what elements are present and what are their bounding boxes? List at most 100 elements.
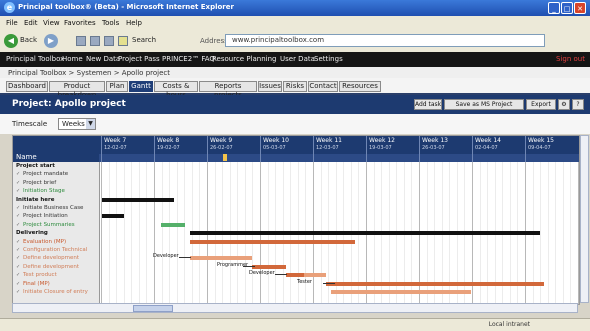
tab-product-breakdown[interactable]: Product breakdown [49,81,105,99]
grid-line [161,162,163,304]
gantt-bar[interactable] [190,256,232,261]
week-date: 19-03-07 [369,145,392,151]
task-row[interactable]: ✓ Initiate Business Case [13,204,109,212]
task-row[interactable]: ✓ Evaluation (MP) [13,238,109,246]
week-label: Week 10 [263,137,289,144]
dependency-arrow [275,274,287,276]
gantt-bar[interactable] [102,214,124,219]
task-name: Define development [23,263,79,270]
calendar-header: Week 7 12-02-07 Week 8 19-02-07 Week 9 26-02-… [99,136,579,162]
add-task-button[interactable]: Add task [414,99,442,110]
phase-row[interactable]: Project start [13,162,102,170]
task-row[interactable]: ✓ Test product [13,271,109,279]
back-label[interactable]: Back [20,36,37,44]
tab-issues[interactable]: Issues [258,81,282,92]
gantt-grid: Developer Programmer Developer Tester [99,162,579,304]
week-label: Week 12 [369,137,395,144]
nav-new-data[interactable]: New Data [86,55,120,63]
checkmark-icon: ✓ [16,255,21,262]
menu-file[interactable]: File [6,19,18,27]
settings-icon[interactable]: ⚙ [558,99,570,110]
search-icon[interactable] [118,36,128,46]
tab-gantt[interactable]: Gantt [129,81,153,92]
week-label: Week 14 [475,137,501,144]
window-titlebar: e Principal toolbox® (Beta) - Microsoft … [0,0,590,16]
tab-reports-projects[interactable]: Reports projects [199,81,257,99]
week-date: 09-04-07 [528,145,551,151]
task-row[interactable]: ✓ Define development [13,263,109,271]
help-icon[interactable]: ? [572,99,584,110]
breadcrumb: Principal Toolbox > Systemen > Apollo pr… [0,67,590,78]
task-row[interactable]: ✓ Initiation Stage [13,187,109,195]
close-button[interactable]: ✕ [574,2,586,14]
phase-row[interactable]: Delivering [13,229,102,237]
task-name: Project brief [23,179,57,186]
back-icon[interactable]: ◀ [4,34,18,48]
sign-out-link[interactable]: Sign out [556,55,585,63]
menu-help[interactable]: Help [126,19,142,27]
horizontal-scrollbar[interactable] [12,303,578,313]
menu-view[interactable]: View [43,19,60,27]
task-name: Delivering [16,230,48,237]
gantt-bar[interactable] [304,273,326,278]
tab-resources[interactable]: Resources [339,81,381,92]
save-ms-project-button[interactable]: Save as MS Project [444,99,524,110]
tab-dashboard[interactable]: Dashboard [6,81,48,92]
tab-plan[interactable]: Plan [106,81,128,92]
task-row[interactable]: ✓ Project Initiation [13,212,109,220]
task-row[interactable]: ✓ Final (MP) [13,280,109,288]
task-name: Configuration Technical [23,247,88,253]
export-button[interactable]: Export [526,99,556,110]
scroll-thumb[interactable] [133,305,173,312]
task-name: Initiate Closure of entry [23,289,88,295]
gantt-bar[interactable] [232,256,252,261]
day-row [99,154,579,162]
gantt-bar[interactable] [190,239,355,244]
gantt-bar[interactable] [190,231,540,236]
task-row[interactable]: ✓ Configuration Technical [13,246,109,254]
week-label: Week 13 [422,137,448,144]
breadcrumb-text[interactable]: Principal Toolbox > Systemen > Apollo pr… [8,69,170,77]
menu-tools[interactable]: Tools [102,19,119,27]
tab-costs-hours[interactable]: Costs & hours [154,81,198,99]
menu-favorites[interactable]: Favorites [64,19,96,27]
menu-edit[interactable]: Edit [24,19,38,27]
gantt-bar[interactable] [331,290,471,294]
gantt-bar[interactable] [161,222,185,227]
nav-home[interactable]: Home [62,55,83,63]
chevron-down-icon[interactable]: ▼ [86,119,95,129]
nav-resource-planning[interactable]: Resource Planning [212,55,276,63]
minimize-button[interactable]: _ [548,2,560,14]
tab-contact[interactable]: Contact [308,81,338,92]
stop-icon[interactable] [76,36,86,46]
project-title: Project: Apollo project [12,99,126,109]
gantt-bar[interactable] [102,197,174,202]
vertical-scrollbar[interactable] [580,135,589,303]
checkmark-icon: ✓ [16,205,21,211]
task-row[interactable]: ✓ Project Summaries [13,221,109,229]
task-row[interactable]: ✓ Define development [13,254,109,262]
task-row[interactable]: ✓ Initiate Closure of entry [13,288,109,296]
forward-icon[interactable]: ▶ [44,34,58,48]
week-label: Week 15 [528,137,554,144]
search-label[interactable]: Search [132,36,156,44]
checkmark-icon: ✓ [16,221,21,228]
tab-risks[interactable]: Risks [283,81,307,92]
home-icon[interactable] [104,36,114,46]
task-row[interactable]: ✓ Project mandate [13,170,109,178]
nav-prince2-faq[interactable]: PRINCE2™ FAQ [162,55,215,63]
maximize-button[interactable]: □ [561,2,573,14]
refresh-icon[interactable] [90,36,100,46]
window-title: Principal toolbox® (Beta) - Microsoft In… [18,3,234,11]
gantt-bar[interactable] [286,273,304,278]
nav-principal-toolbox[interactable]: Principal Toolbox [6,55,64,63]
gantt-bar[interactable] [326,281,544,286]
nav-user-data[interactable]: User Data [280,55,315,63]
nav-project-pass[interactable]: Project Pass [118,55,160,63]
phase-row[interactable]: Initiate here [13,196,102,204]
nav-settings[interactable]: Settings [314,55,343,63]
gantt-bar[interactable] [252,264,286,269]
address-field[interactable]: www.principaltoolbox.com [225,34,545,47]
timescale-select[interactable]: Weeks ▼ [58,118,96,130]
task-row[interactable]: ✓ Project brief [13,179,109,187]
